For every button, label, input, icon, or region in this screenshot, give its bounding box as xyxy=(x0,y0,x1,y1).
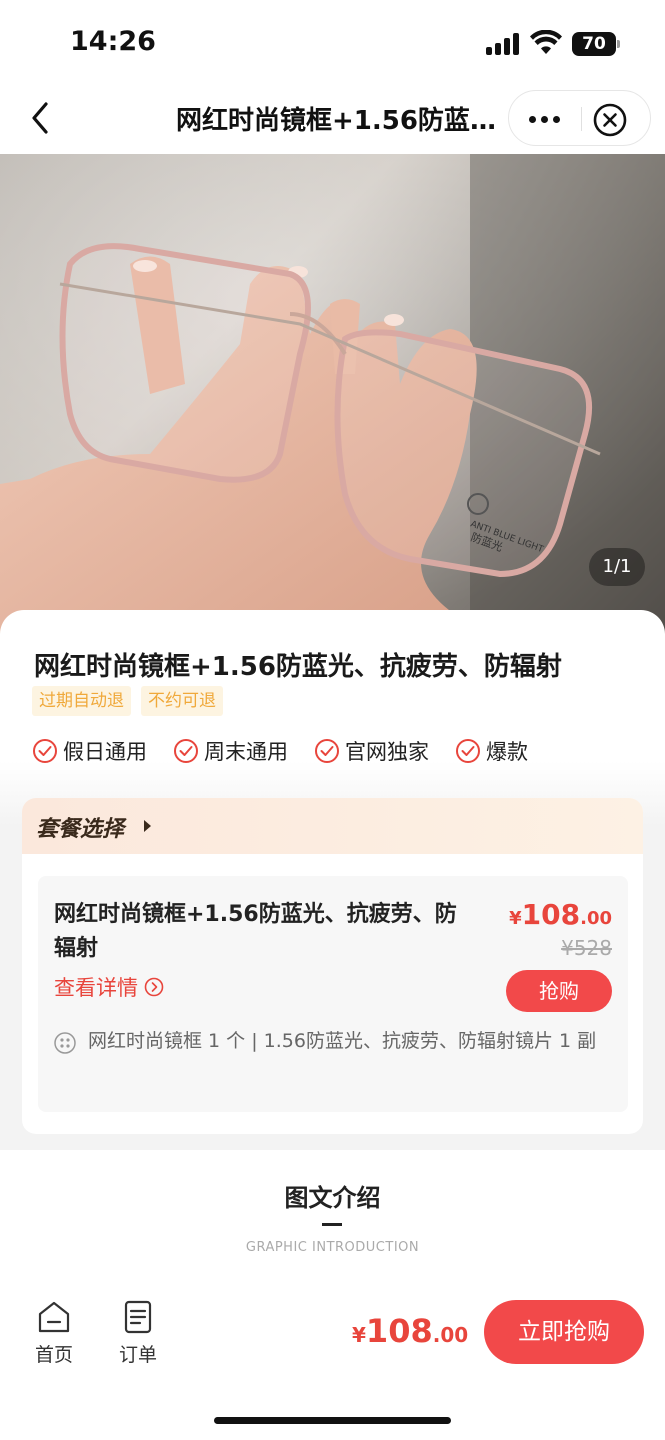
feature-item: 官网独家 xyxy=(314,736,429,766)
feature-list: 假日通用 周末通用 官网独家 爆款 xyxy=(32,736,554,766)
bottom-price: ¥108.00 xyxy=(352,1312,468,1350)
image-counter: 1/1 xyxy=(589,548,645,586)
nav-title: 网红时尚镜框+1.56防蓝光、抗疲劳、防辐射 xyxy=(176,106,496,136)
close-icon[interactable] xyxy=(593,103,627,137)
intro-subtitle: GRAPHIC INTRODUCTION xyxy=(245,1240,420,1255)
tab-home[interactable]: 首页 xyxy=(24,1300,84,1367)
mini-program-capsule xyxy=(508,90,651,146)
more-icon[interactable] xyxy=(509,91,581,147)
price-integer: 108 xyxy=(521,898,581,931)
check-circle-icon xyxy=(456,739,480,763)
feature-label: 周末通用 xyxy=(204,740,288,764)
package-item[interactable]: 网红时尚镜框+1.56防蓝光、抗疲劳、防辐射 查看详情 ¥108.00 ¥528… xyxy=(38,876,628,1112)
original-price: ¥528 xyxy=(561,936,612,960)
package-header[interactable]: 套餐选择 xyxy=(22,798,643,854)
buy-now-button[interactable]: 立即抢购 xyxy=(484,1300,644,1364)
back-icon[interactable] xyxy=(22,96,62,140)
status-bar: 14:26 70 xyxy=(0,0,665,86)
check-circle-icon xyxy=(174,739,198,763)
feature-item: 爆款 xyxy=(455,736,528,766)
tab-orders[interactable]: 订单 xyxy=(108,1300,168,1367)
package-price: ¥108.00 xyxy=(509,898,612,931)
battery-level: 70 xyxy=(572,32,616,56)
tag-auto-refund: 过期自动退 xyxy=(32,686,131,716)
package-name: 网红时尚镜框+1.56防蓝光、抗疲劳、防辐射 xyxy=(54,902,457,961)
package-contents-text: 网红时尚镜框 1 个 | 1.56防蓝光、抗疲劳、防辐射镜片 1 副 xyxy=(88,1030,597,1052)
package-contents-icon xyxy=(54,1032,76,1054)
chevron-right-circle-icon xyxy=(144,977,164,997)
package-selection-card: 套餐选择 网红时尚镜框+1.56防蓝光、抗疲劳、防辐射 查看详情 ¥108.00… xyxy=(22,798,643,1134)
refund-tags: 过期自动退 不约可退 xyxy=(32,686,223,716)
tab-home-label: 首页 xyxy=(34,1344,73,1366)
feature-label: 爆款 xyxy=(486,740,528,764)
feature-label: 假日通用 xyxy=(63,740,147,764)
intro-title: 图文介绍 xyxy=(284,1184,381,1212)
battery-icon: 70 xyxy=(572,32,620,56)
triangle-right-icon xyxy=(144,820,151,832)
price-decimal: .00 xyxy=(580,908,612,929)
status-time: 14:26 xyxy=(70,26,156,57)
home-indicator xyxy=(214,1417,451,1424)
feature-item: 周末通用 xyxy=(173,736,288,766)
price-currency: ¥ xyxy=(352,1323,366,1347)
package-header-label: 套餐选择 xyxy=(36,817,125,842)
bottom-action-bar: 首页 订单 ¥108.00 立即抢购 xyxy=(0,1284,665,1440)
wifi-icon xyxy=(530,30,562,54)
intro-underline xyxy=(322,1223,342,1226)
view-details-link[interactable]: 查看详情 xyxy=(54,972,164,1002)
view-details-label: 查看详情 xyxy=(54,976,138,1000)
feature-label: 官网独家 xyxy=(345,740,429,764)
tag-refund-anytime: 不约可退 xyxy=(141,686,223,716)
grab-button[interactable]: 抢购 xyxy=(506,970,612,1012)
check-circle-icon xyxy=(33,739,57,763)
nav-bar: 网红时尚镜框+1.56防蓝光、抗疲劳、防辐射 xyxy=(0,86,665,154)
glasses-photo: ANTI BLUE LIGHT 防蓝光 xyxy=(0,154,665,634)
order-list-icon xyxy=(124,1300,152,1334)
check-circle-icon xyxy=(315,739,339,763)
home-icon xyxy=(38,1301,70,1333)
cellular-signal-icon xyxy=(486,33,520,55)
product-title: 网红时尚镜框+1.56防蓝光、抗疲劳、防辐射 xyxy=(34,652,562,682)
tab-orders-label: 订单 xyxy=(118,1344,157,1366)
feature-item: 假日通用 xyxy=(32,736,147,766)
price-currency: ¥ xyxy=(509,908,522,929)
package-contents: 网红时尚镜框 1 个 | 1.56防蓝光、抗疲劳、防辐射镜片 1 副 xyxy=(54,1026,614,1056)
price-decimal: .00 xyxy=(432,1323,469,1347)
product-image[interactable]: ANTI BLUE LIGHT 防蓝光 1/1 xyxy=(0,154,665,634)
price-integer: 108 xyxy=(365,1312,433,1350)
